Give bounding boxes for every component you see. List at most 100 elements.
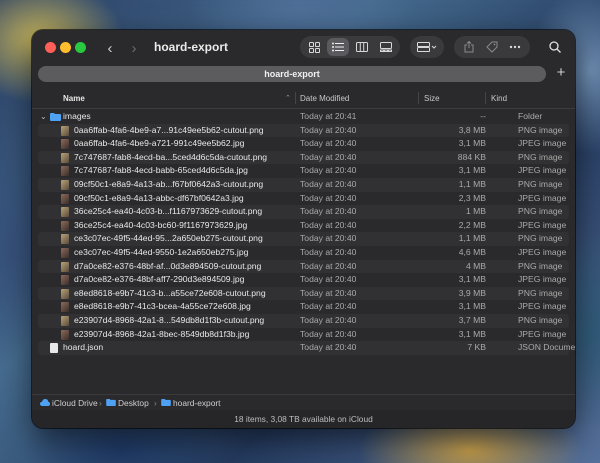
image-thumbnail-icon bbox=[61, 125, 69, 136]
file-kind: JPEG image bbox=[518, 192, 567, 203]
file-name: 7c747687-fab8-4ecd-ba...5ced4d6c5da-cuto… bbox=[74, 151, 268, 162]
file-name: 7c747687-fab8-4ecd-babb-65ced4d6c5da.jpg bbox=[74, 165, 248, 176]
file-name: hoard.json bbox=[63, 342, 104, 353]
list-item[interactable]: 09cf50c1-e8a9-4a13-ab...f67bf0642a3-cuto… bbox=[38, 178, 569, 192]
list-item[interactable]: e8ed8618-e9b7-41c3-bcea-4a55ce72e608.jpg… bbox=[38, 300, 569, 314]
file-name: d7a0ce82-e376-48bf-af...0d3e894509-cutou… bbox=[74, 260, 262, 271]
column-view-button[interactable] bbox=[351, 38, 373, 56]
file-size: 3,1 MB bbox=[458, 274, 486, 285]
list-item[interactable]: e23907d4-8968-42a1-8bec-8549db8d1f3b.jpg… bbox=[38, 328, 569, 342]
column-kind[interactable]: Kind bbox=[491, 94, 507, 103]
path-bar: iCloud Drive › Desktop › hoard-export bbox=[32, 394, 575, 411]
zoom-button[interactable] bbox=[75, 42, 86, 53]
gallery-view-button[interactable] bbox=[375, 38, 397, 56]
share-button[interactable] bbox=[458, 38, 480, 56]
list-item[interactable]: 09cf50c1-e8a9-4a13-abbc-df67bf0642a3.jpg… bbox=[38, 192, 569, 206]
file-kind: Folder bbox=[518, 111, 543, 121]
tag-button[interactable] bbox=[481, 38, 503, 56]
file-size: 3,1 MB bbox=[458, 165, 486, 176]
path-item-desktop[interactable]: Desktop bbox=[118, 398, 149, 408]
file-kind: JPEG image bbox=[518, 247, 567, 257]
file-name: ce3c07ec-49f5-44ed-95...2a650eb275-cutou… bbox=[74, 233, 263, 244]
file-date: Today at 20:40 bbox=[300, 328, 357, 339]
file-kind: JSON Document bbox=[518, 342, 575, 353]
list-item[interactable]: 36ce25c4-ea40-4c03-b...f1167973629-cutou… bbox=[38, 205, 569, 219]
file-date: Today at 20:40 bbox=[300, 151, 357, 162]
list-item[interactable]: ce3c07ec-49f5-44ed-95...2a650eb275-cutou… bbox=[38, 232, 569, 246]
close-button[interactable] bbox=[45, 42, 56, 53]
file-date: Today at 20:40 bbox=[300, 138, 357, 149]
list-item-json-file[interactable]: hoard.json Today at 20:40 7 KB JSON Docu… bbox=[38, 341, 575, 355]
column-date[interactable]: Date Modified bbox=[300, 94, 349, 103]
file-name: e8ed8618-e9b7-41c3-bcea-4a55ce72e608.jpg bbox=[74, 301, 251, 312]
file-date: Today at 20:40 bbox=[300, 315, 357, 325]
image-thumbnail-icon bbox=[61, 288, 69, 299]
file-kind: PNG image bbox=[518, 151, 563, 162]
column-size[interactable]: Size bbox=[424, 94, 440, 103]
file-date: Today at 20:41 bbox=[300, 111, 357, 121]
image-thumbnail-icon bbox=[61, 139, 69, 150]
grid-icon bbox=[308, 41, 320, 53]
file-date: Today at 20:40 bbox=[300, 124, 357, 135]
list-view-button[interactable] bbox=[327, 38, 349, 56]
file-size: 7 KB bbox=[467, 342, 486, 353]
path-item-hoard-export[interactable]: hoard-export bbox=[173, 398, 221, 408]
icon-view-button[interactable] bbox=[303, 38, 325, 56]
file-size: 2,2 MB bbox=[458, 219, 486, 230]
list-item-images-folder[interactable]: ⌄ images Today at 20:41 -- Folder bbox=[38, 110, 569, 124]
list-item[interactable]: 7c747687-fab8-4ecd-babb-65ced4d6c5da.jpg… bbox=[38, 164, 569, 178]
folder-icon bbox=[106, 399, 116, 406]
disclosure-down-icon[interactable]: ⌄ bbox=[40, 110, 47, 124]
list-item[interactable]: e23907d4-8968-42a1-8...549db8d1f3b-cutou… bbox=[38, 314, 569, 328]
search-button[interactable] bbox=[545, 37, 565, 57]
file-date: Today at 20:40 bbox=[300, 260, 357, 271]
list-item[interactable]: ce3c07ec-49f5-44ed-9550-1e2a650eb275.jpg… bbox=[38, 246, 569, 260]
actions-group bbox=[454, 36, 530, 58]
path-item-icloud-drive[interactable]: iCloud Drive bbox=[52, 398, 98, 408]
tag-icon bbox=[486, 41, 498, 53]
file-size: 3,8 MB bbox=[458, 124, 486, 135]
image-thumbnail-icon bbox=[61, 261, 69, 272]
forward-button[interactable]: › bbox=[124, 40, 144, 58]
list-item[interactable]: 0aa6ffab-4fa6-4be9-a721-991c49ee5b62.jpg… bbox=[38, 137, 569, 151]
more-button[interactable] bbox=[504, 38, 526, 56]
file-date: Today at 20:40 bbox=[300, 233, 357, 244]
list-item[interactable]: 0aa6ffab-4fa6-4be9-a7...91c49ee5b62-cuto… bbox=[38, 123, 569, 138]
file-date: Today at 20:40 bbox=[300, 247, 357, 257]
folder-icon bbox=[161, 399, 171, 406]
cloud-icon bbox=[40, 399, 50, 406]
path-separator-icon: › bbox=[99, 398, 102, 408]
file-date: Today at 20:40 bbox=[300, 274, 357, 285]
file-kind: PNG image bbox=[518, 287, 563, 298]
file-size: 1,1 MB bbox=[458, 233, 486, 244]
group-button[interactable] bbox=[410, 36, 444, 58]
file-date: Today at 20:40 bbox=[300, 206, 357, 217]
list-item[interactable]: d7a0ce82-e376-48bf-af...0d3e894509-cutou… bbox=[38, 259, 569, 274]
image-thumbnail-icon bbox=[61, 193, 69, 204]
file-kind: JPEG image bbox=[518, 301, 567, 312]
back-button[interactable]: ‹ bbox=[100, 40, 120, 58]
file-name: e23907d4-8968-42a1-8bec-8549db8d1f3b.jpg bbox=[74, 328, 250, 339]
image-thumbnail-icon bbox=[61, 166, 69, 177]
file-kind: PNG image bbox=[518, 260, 563, 271]
add-tab-button[interactable]: + bbox=[552, 64, 570, 82]
minimize-button[interactable] bbox=[60, 42, 71, 53]
image-thumbnail-icon bbox=[61, 152, 69, 163]
column-name[interactable]: Name bbox=[63, 94, 85, 103]
folder-icon bbox=[50, 113, 61, 121]
group-icon bbox=[417, 42, 437, 52]
list-item[interactable]: e8ed8618-e9b7-41c3-b...a55ce72e608-cutou… bbox=[38, 286, 569, 301]
list-item[interactable]: d7a0ce82-e376-48bf-aff7-290d3e894509.jpg… bbox=[38, 273, 569, 287]
tab-hoard-export[interactable]: hoard-export bbox=[38, 66, 546, 82]
status-bar: 18 items, 3,08 TB available on iCloud bbox=[32, 410, 575, 428]
list-item[interactable]: 36ce25c4-ea40-4c03-bc60-9f1167973629.jpg… bbox=[38, 219, 569, 233]
finder-window: ‹ › hoard-export hoard-export + Name ⌃ D… bbox=[32, 30, 575, 428]
file-size: 3,1 MB bbox=[458, 328, 486, 339]
list-item[interactable]: 7c747687-fab8-4ecd-ba...5ced4d6c5da-cuto… bbox=[38, 150, 569, 165]
gallery-icon bbox=[380, 42, 392, 52]
file-name: 09cf50c1-e8a9-4a13-abbc-df67bf0642a3.jpg bbox=[74, 192, 244, 203]
file-date: Today at 20:40 bbox=[300, 301, 357, 312]
window-title: hoard-export bbox=[154, 40, 229, 54]
file-kind: JPEG image bbox=[518, 138, 567, 149]
file-size: 884 KB bbox=[457, 151, 486, 162]
